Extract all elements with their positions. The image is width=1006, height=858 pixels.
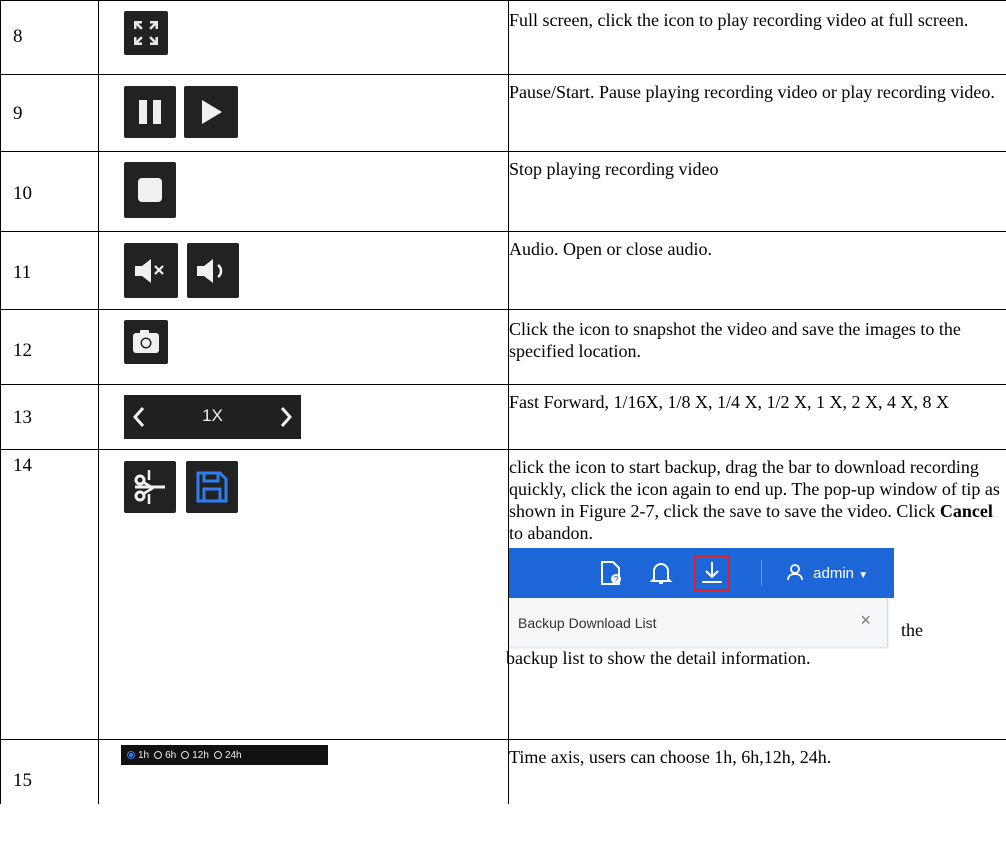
table-row: 9 Pause/Start. Pause playing recording v… — [0, 74, 1006, 152]
row-number-cell: 15 — [0, 739, 99, 804]
user-icon — [787, 564, 803, 581]
camera-icon[interactable] — [124, 320, 168, 364]
row-number: 14 — [13, 455, 32, 476]
table-row: 8 Full screen, click the icon to play re… — [0, 0, 1006, 75]
table-row: 13 1X Fast Forward, 1/16X, 1/8 X, 1/4 X,… — [0, 384, 1006, 450]
save-icon[interactable] — [186, 461, 238, 513]
pause-icon[interactable] — [124, 86, 176, 138]
description-cell: Fast Forward, 1/16X, 1/8 X, 1/4 X, 1/2 X… — [508, 384, 1006, 450]
top-bar: ? admin ▼ — [509, 548, 894, 598]
row-number: 10 — [13, 183, 32, 204]
row-number-cell: 13 — [0, 384, 99, 450]
row-number: 11 — [13, 262, 32, 283]
fullscreen-icon[interactable] — [124, 11, 168, 55]
download-icon — [702, 562, 722, 583]
description-text: Click the icon to snapshot the video and… — [509, 319, 961, 361]
radio-12h[interactable]: 12h — [181, 750, 209, 761]
description-cell: click the icon to start backup, drag the… — [506, 449, 1006, 740]
description-text: Fast Forward, 1/16X, 1/8 X, 1/4 X, 1/2 X… — [509, 392, 949, 412]
user-menu[interactable]: admin ▼ — [773, 563, 868, 587]
row-number-cell: 10 — [0, 151, 99, 232]
radio-label: 1h — [138, 749, 150, 761]
row-number: 9 — [13, 103, 23, 124]
table-row: 11 Audio. Open or close audio. — [0, 231, 1006, 310]
bell-icon[interactable] — [649, 560, 673, 586]
icon-cell: 1X — [98, 384, 509, 450]
description-tail: backup list to show the detail informati… — [506, 648, 811, 668]
description-cell: Time axis, users can choose 1h, 6h,12h, … — [508, 739, 1006, 804]
icon-cell — [98, 231, 509, 310]
volume-icon[interactable] — [187, 243, 239, 298]
time-axis-radio-group: 1h 6h 12h 24h — [121, 745, 328, 765]
radio-24h[interactable]: 24h — [213, 749, 242, 761]
radio-unchecked-icon — [181, 751, 190, 759]
row-number-cell: 9 — [0, 74, 99, 152]
table-row: 10 Stop playing recording video — [0, 151, 1006, 232]
stop-icon[interactable] — [124, 162, 176, 218]
icon-cell — [98, 0, 509, 75]
radio-checked-icon — [127, 751, 135, 759]
description-text: Full screen, click the icon to play reco… — [509, 10, 969, 30]
description-cell: Stop playing recording video — [508, 151, 1006, 232]
radio-unchecked-icon — [154, 751, 163, 759]
cancel-keyword: Cancel — [939, 501, 993, 521]
radio-label: 12h — [192, 749, 209, 761]
radio-label: 24h — [224, 749, 242, 761]
row-number: 15 — [13, 770, 32, 791]
icon-cell — [98, 74, 509, 152]
download-button-highlight[interactable] — [694, 555, 730, 591]
divider — [761, 560, 762, 586]
radio-label: 6h — [165, 749, 177, 761]
row-number-cell: 8 — [0, 0, 99, 75]
description-part: click the icon to start backup, drag the… — [509, 457, 1000, 521]
row-number: 8 — [13, 26, 23, 47]
row-number: 13 — [13, 407, 32, 428]
description-cell: Audio. Open or close audio. — [508, 231, 1006, 310]
description-text: Audio. Open or close audio. — [509, 239, 712, 259]
manual-table: 8 Full screen, click the icon to play re… — [0, 0, 1006, 804]
table-row: 15 1h 6h 12h 24h Time axis, users can ch… — [0, 739, 1006, 804]
description-cell: Full screen, click the icon to play reco… — [508, 0, 1006, 75]
description-text: Stop playing recording video — [509, 159, 719, 179]
speed-up-chevron-icon[interactable] — [279, 406, 293, 428]
icon-cell — [98, 309, 509, 385]
username: admin — [813, 565, 855, 582]
scissors-icon[interactable] — [124, 461, 176, 513]
row-number-cell: 12 — [0, 309, 99, 385]
icon-cell — [98, 151, 509, 232]
row-number-cell: 14 — [0, 449, 99, 740]
icon-cell — [98, 449, 509, 740]
radio-1h[interactable]: 1h — [127, 750, 149, 761]
description-text: click the icon to start backup, drag the… — [509, 450, 1006, 544]
row-number: 12 — [13, 340, 32, 361]
svg-text:?: ? — [613, 575, 618, 585]
description-text: Pause/Start. Pause playing recording vid… — [509, 82, 995, 102]
description-cell: Pause/Start. Pause playing recording vid… — [508, 74, 1006, 152]
description-cell: Click the icon to snapshot the video and… — [508, 309, 1006, 385]
backup-popup-screenshot: ? admin ▼ Backup Download List × the — [509, 548, 923, 647]
radio-unchecked-icon — [213, 751, 222, 759]
list-title: Backup Download List — [518, 615, 657, 631]
backup-download-list: Backup Download List × — [509, 598, 888, 647]
speed-label: 1X — [202, 406, 223, 425]
description-part: to abandon. — [509, 523, 593, 543]
document-help-icon[interactable]: ? — [599, 560, 623, 586]
description-text: Time axis, users can choose 1h, 6h,12h, … — [509, 747, 832, 767]
tail-word: the — [901, 620, 923, 640]
play-icon[interactable] — [184, 86, 238, 138]
table-row: 14 click the icon to start backup, drag … — [0, 449, 1006, 740]
radio-6h[interactable]: 6h — [154, 750, 176, 761]
icon-cell: 1h 6h 12h 24h — [98, 739, 509, 804]
row-number-cell: 11 — [0, 231, 99, 310]
table-row: 12 Click the icon to snapshot the video … — [0, 309, 1006, 385]
mute-icon[interactable] — [124, 243, 178, 298]
speed-control: 1X — [124, 395, 301, 439]
close-icon[interactable]: × — [860, 609, 871, 631]
caret-down-icon: ▼ — [858, 570, 869, 581]
